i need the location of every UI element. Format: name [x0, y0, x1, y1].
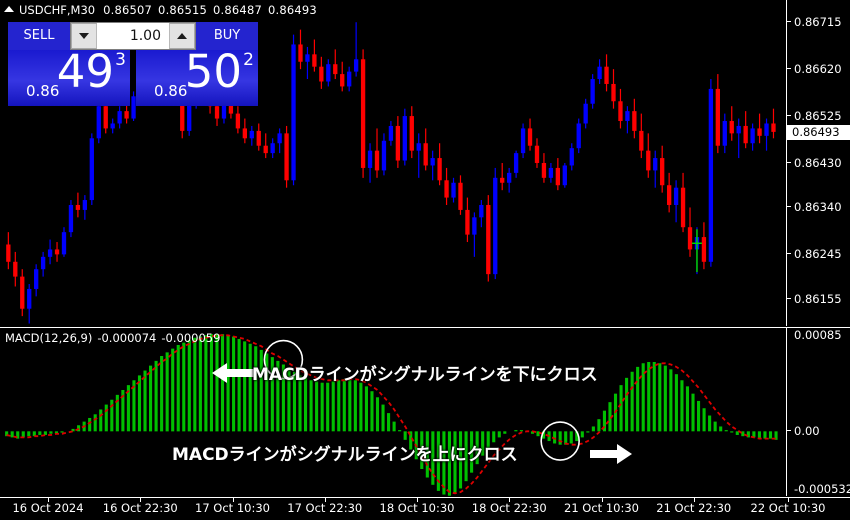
time-tick-mark	[232, 498, 234, 502]
macd-plot-area[interactable]	[0, 328, 786, 496]
triangle-up-icon[interactable]	[4, 6, 14, 12]
price-axis-tick: 0.86340	[787, 200, 850, 214]
time-axis-tick: 17 Oct 22:30	[287, 501, 363, 515]
axis-tick-label: 0.86430	[794, 156, 842, 170]
axis-tick-mark	[787, 115, 791, 117]
trade-controls-row: SELL 1.00 BUY	[8, 22, 258, 50]
price-axis: 0.86715 0.86620 0.86525 0.86430 0.86340 0.862…	[786, 0, 850, 326]
ohlc-values: 0.86507 0.86515 0.86487 0.86493	[103, 3, 323, 17]
axis-tick-label: 0.86525	[794, 109, 842, 124]
axis-tick-label: 0.86715	[794, 15, 842, 30]
volume-increase-button[interactable]	[169, 23, 195, 49]
axis-tick-mark	[787, 206, 791, 208]
axis-tick-label: 0.86155	[794, 291, 842, 306]
macd-axis-tick: -0.000532	[787, 482, 850, 496]
macd-axis: 0.00085 0.00 -0.000532	[786, 328, 850, 496]
price-axis-tick: 0.86430	[787, 156, 850, 170]
symbol-header: USDCHF,M30 0.86507 0.86515 0.86487 0.86493	[4, 3, 323, 18]
time-tick-mark	[324, 498, 326, 502]
annotation-cross-up: MACDラインがシグナルラインを上にクロス	[172, 445, 518, 465]
axis-tick-mark	[787, 430, 791, 432]
current-price-label: 0.86493	[787, 124, 850, 140]
volume-decrease-button[interactable]	[71, 23, 97, 49]
volume-input[interactable]: 1.00	[97, 23, 169, 49]
time-axis-tick: 21 Oct 10:30	[564, 501, 639, 515]
macd-svg	[5, 334, 778, 496]
time-axis-tick: 16 Oct 2024	[12, 501, 84, 515]
caret-down-icon	[79, 33, 89, 39]
price-axis-tick: 0.86715	[787, 15, 850, 29]
time-tick-mark	[417, 498, 418, 502]
time-axis-tick: 18 Oct 10:30	[379, 501, 455, 515]
mt4-chart-window: 0.86715 0.86620 0.86525 0.86430 0.86340 0.862…	[0, 0, 850, 520]
one-click-trading-widget: SELL 1.00 BUY 0.86 49 3 0.86 50 2	[8, 22, 258, 106]
axis-tick-label: 0.00085	[794, 328, 842, 342]
time-axis-tick: 18 Oct 22:30	[471, 501, 547, 515]
buy-price-fraction: 2	[243, 50, 254, 70]
macd-value: -0.000074	[97, 331, 157, 345]
macd-axis-tick: 0.00	[787, 424, 850, 438]
price-axis-tick: 0.86525	[787, 109, 850, 123]
time-tick-mark	[601, 498, 603, 502]
time-axis-tick: 16 Oct 22:30	[102, 501, 178, 515]
axis-tick-label: 0.86620	[794, 62, 842, 77]
time-tick-mark	[693, 498, 695, 502]
sell-price-panel[interactable]: 0.86 49 3	[8, 50, 130, 106]
macd-name: MACD(12,26,9)	[5, 331, 93, 345]
macd-legend: MACD(12,26,9) -0.000074 -0.000059	[5, 331, 220, 345]
buy-price-big: 50	[184, 50, 242, 98]
volume-stepper[interactable]: 1.00	[70, 22, 196, 50]
macd-indicator-panel: 0.00085 0.00 -0.000532 MACD(12,26,9) -0.000…	[0, 327, 850, 496]
time-axis-tick: 22 Oct 10:30	[750, 501, 826, 515]
macd-signal-value: -0.000059	[161, 331, 221, 345]
axis-tick-mark	[787, 162, 791, 163]
axis-tick-mark	[787, 21, 791, 23]
sell-button[interactable]: SELL	[8, 22, 70, 50]
macd-axis-tick: 0.00085	[787, 328, 850, 342]
axis-tick-label: 0.00	[794, 424, 820, 439]
caret-up-icon	[177, 33, 187, 39]
trade-price-row: 0.86 49 3 0.86 50 2	[8, 50, 258, 106]
axis-tick-mark	[787, 253, 791, 255]
time-tick-mark	[140, 498, 142, 502]
time-tick-mark	[48, 498, 49, 502]
sell-price-fraction: 3	[115, 50, 126, 70]
symbol-label: USDCHF,M30	[19, 3, 96, 17]
arrow-left-icon	[212, 363, 254, 383]
ohlc-close: 0.86493	[267, 3, 317, 17]
ohlc-open: 0.86507	[103, 3, 153, 17]
annotation-cross-down: MACDラインがシグナルラインを下にクロス	[252, 365, 598, 385]
axis-tick-mark	[787, 68, 791, 70]
axis-tick-label: -0.000532	[794, 482, 850, 496]
axis-tick-mark	[787, 297, 791, 299]
time-axis: 16 Oct 2024 16 Oct 22:30 17 Oct 10:30 17 Oc…	[0, 497, 850, 520]
ohlc-low: 0.86487	[213, 3, 262, 17]
price-axis-tick: 0.86155	[787, 292, 850, 306]
buy-price-panel[interactable]: 0.86 50 2	[136, 50, 258, 106]
time-tick-mark	[509, 498, 511, 502]
price-axis-tick: 0.86620	[787, 62, 850, 76]
time-axis-tick: 17 Oct 10:30	[195, 501, 270, 515]
axis-tick-label: 0.86340	[794, 200, 842, 215]
sell-price-big: 49	[56, 50, 114, 98]
ohlc-high: 0.86515	[158, 3, 208, 17]
arrow-right-icon	[590, 444, 632, 464]
axis-tick-label: 0.86245	[794, 247, 842, 262]
time-axis-tick: 21 Oct 22:30	[656, 501, 732, 515]
sell-price-prefix: 0.86	[26, 82, 60, 100]
price-axis-tick: 0.86245	[787, 247, 850, 261]
buy-button[interactable]: BUY	[196, 22, 258, 50]
buy-price-prefix: 0.86	[154, 82, 188, 100]
time-tick-mark	[788, 498, 789, 502]
